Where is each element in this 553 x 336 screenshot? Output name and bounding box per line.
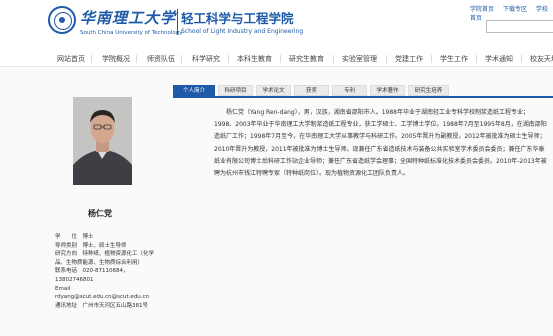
- nav-item-overview[interactable]: 学院概况: [102, 54, 130, 64]
- nav-separator: [431, 55, 432, 63]
- school-name-en: School of Light Industry and Engineering: [181, 28, 304, 35]
- nav-separator: [476, 55, 477, 63]
- bio-paragraph: 杨仁党（Yang Ren-dang），男，汉族，湖南省邵阳市人。1988年毕业于…: [214, 109, 547, 178]
- tab-papers[interactable]: 学术论文: [256, 85, 291, 96]
- nav-separator: [386, 55, 387, 63]
- university-seal-icon[interactable]: [48, 6, 76, 34]
- nav-separator: [228, 55, 229, 63]
- profile-name: 杨仁党: [88, 209, 112, 218]
- nav-item-lab[interactable]: 实验室管理: [342, 54, 377, 64]
- nav-separator: [91, 55, 92, 63]
- profile-info: 学 位 博士 导师类别 博士、硕士生导师 研究方向 特种纸、植物资源化工（化学 …: [55, 233, 165, 310]
- info-degree: 学 位 博士: [55, 234, 94, 240]
- bio-text: 杨仁党（Yang Ren-dang），男，汉族，湖南省邵阳市人。1988年毕业于…: [214, 107, 548, 180]
- profile-photo: [73, 97, 132, 185]
- top-link-downloads[interactable]: 下载专区: [503, 6, 527, 13]
- info-address: 通讯地址 广州市天河区五山路381号: [55, 302, 148, 309]
- profile-photo-figure: [73, 97, 132, 185]
- nav-item-party[interactable]: 党建工作: [395, 54, 423, 64]
- university-name-en: South China University of Technology: [80, 30, 183, 36]
- tab-books[interactable]: 学术著作: [370, 85, 405, 96]
- tab-personal-intro[interactable]: 个人简介: [173, 85, 215, 96]
- nav-separator: [181, 55, 182, 63]
- top-link-college-home[interactable]: 学院首页: [470, 6, 494, 13]
- tab-patents[interactable]: 专利: [332, 85, 367, 96]
- search-input[interactable]: [486, 20, 553, 33]
- info-research-field-cont: 品、生物质能源、生物质综合利用）: [55, 259, 144, 266]
- info-email-link[interactable]: rdyang@scut.edu.cn@scut.edu.cn: [55, 293, 165, 302]
- tab-awards[interactable]: 获奖: [294, 85, 329, 96]
- main-nav: 网站首页 学院概况 师资队伍 科学研究 本科生教育 研究生教育 实验室管理 党建…: [0, 52, 553, 67]
- site-header: 华南理工大学 South China University of Technol…: [0, 0, 553, 46]
- tab-underline: [173, 96, 553, 98]
- info-research-field: 研究方向 特种纸、植物资源化工（化学: [55, 251, 155, 258]
- nav-item-alumni[interactable]: 校友天地: [530, 54, 553, 64]
- nav-separator: [280, 55, 281, 63]
- info-phone-mobile: 13802746801: [55, 276, 94, 283]
- header-divider: [177, 9, 178, 35]
- info-phone: 联系电话 020-87110684，: [55, 268, 129, 275]
- nav-separator: [136, 55, 137, 63]
- tab-research-projects[interactable]: 科研项目: [218, 85, 253, 96]
- info-supervisor-type: 导师类别 博士、硕士生导师: [55, 242, 127, 249]
- university-name-cn[interactable]: 华南理工大学: [80, 7, 176, 28]
- school-name-cn[interactable]: 轻工科学与工程学院: [181, 8, 294, 27]
- nav-separator: [333, 55, 334, 63]
- nav-item-faculty[interactable]: 师资队伍: [147, 54, 175, 64]
- nav-item-students[interactable]: 学生工作: [440, 54, 468, 64]
- nav-item-home[interactable]: 网站首页: [57, 54, 85, 64]
- nav-item-notices[interactable]: 学术通知: [485, 54, 513, 64]
- nav-separator: [521, 55, 522, 63]
- tab-grad-training[interactable]: 研究生培养: [408, 85, 449, 96]
- info-email-label: Email: [55, 285, 71, 292]
- nav-item-research[interactable]: 科学研究: [192, 54, 220, 64]
- nav-item-undergrad[interactable]: 本科生教育: [237, 54, 272, 64]
- nav-item-graduate[interactable]: 研究生教育: [289, 54, 324, 64]
